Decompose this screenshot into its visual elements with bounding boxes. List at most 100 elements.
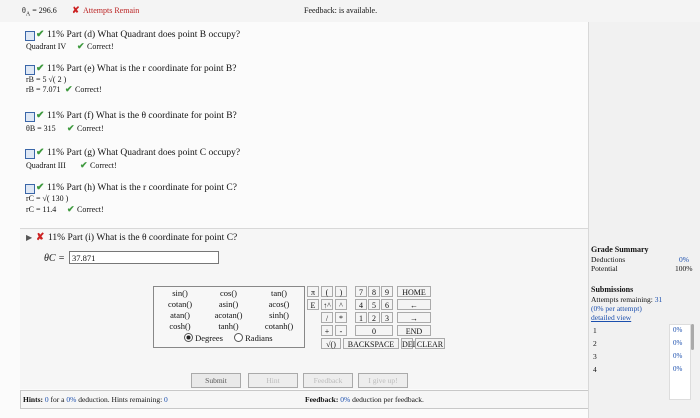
fn-cos[interactable]: cos() (206, 288, 251, 298)
correct-label: Correct! (90, 161, 117, 170)
check-icon: ✔ (67, 123, 75, 133)
question-icon[interactable] (25, 184, 35, 194)
key-1[interactable]: 1 (355, 312, 367, 323)
radians-radio[interactable]: Radians (234, 333, 273, 343)
key-right[interactable]: → (397, 312, 431, 323)
key-0[interactable]: 0 (355, 325, 393, 336)
part-answer: Quadrant IV (26, 42, 67, 51)
key-7[interactable]: 7 (355, 286, 367, 297)
fn-acotan[interactable]: acotan() (206, 310, 251, 320)
part-answer: rB = 5 √( 2 ) (26, 75, 67, 84)
submission-number: 1 (593, 326, 597, 335)
key-home[interactable]: HOME (397, 286, 431, 297)
fn-cosh[interactable]: cosh() (160, 321, 200, 331)
key-6[interactable]: 6 (381, 299, 393, 310)
key-del[interactable]: DEL (401, 338, 418, 349)
fn-cotan[interactable]: cotan() (160, 299, 200, 309)
key-left[interactable]: ← (397, 299, 431, 310)
key-pi[interactable]: π (307, 286, 319, 297)
fn-tan[interactable]: tan() (258, 288, 300, 298)
part-question: What is the θ coordinate for point B? (95, 111, 237, 121)
part-question: What is the θ coordinate for point C? (96, 233, 238, 243)
key-end[interactable]: END (397, 325, 431, 336)
per-attempt: (0% per attempt) (591, 304, 642, 313)
answer-input[interactable]: 37.871 (69, 251, 219, 264)
fn-asin[interactable]: asin() (206, 299, 251, 309)
submission-pct: 0% (673, 326, 683, 334)
x-icon: ✘ (72, 5, 80, 15)
submission-number: 2 (593, 339, 597, 348)
potential-label: Potential (591, 264, 618, 273)
answer-variable: θC = (44, 253, 65, 264)
feedback-button[interactable]: Feedback (303, 373, 353, 388)
grade-panel: Grade Summary Deductions 0% Potential 10… (588, 22, 700, 418)
check-icon: ✔ (36, 110, 45, 121)
key-close-paren[interactable]: ) (335, 286, 347, 297)
give-up-button[interactable]: I give up! (358, 373, 408, 388)
key-sqrt[interactable]: √() (321, 338, 341, 349)
fn-atan[interactable]: atan() (160, 310, 200, 320)
key-power[interactable]: ↑^ (321, 299, 333, 310)
attempts-remain-label: Attempts Remain (83, 6, 140, 15)
detailed-view-link[interactable]: detailed view (591, 313, 631, 322)
play-icon[interactable]: ▶ (26, 233, 32, 242)
question-icon[interactable] (25, 149, 35, 159)
attempts-remaining: Attempts remaining: 31 (591, 295, 663, 304)
check-icon: ✔ (77, 41, 85, 51)
key-minus[interactable]: - (335, 325, 347, 336)
submission-number: 4 (593, 365, 597, 374)
submit-button[interactable]: Submit (191, 373, 241, 388)
check-icon: ✔ (36, 147, 45, 158)
key-clear[interactable]: CLEAR (415, 338, 445, 349)
submissions-title: Submissions (591, 285, 634, 294)
key-power-alt[interactable]: ^ (335, 299, 347, 310)
question-icon[interactable] (25, 65, 35, 75)
check-icon: ✔ (36, 182, 45, 193)
part-pct: 11% (47, 111, 65, 121)
key-open-paren[interactable]: ( (321, 286, 333, 297)
part-label: Part (g) (66, 148, 96, 158)
radians-label: Radians (245, 333, 273, 343)
fn-tanh[interactable]: tanh() (206, 321, 251, 331)
key-backspace[interactable]: BACKSPACE (343, 338, 399, 349)
key-2[interactable]: 2 (368, 312, 380, 323)
part-answer: rB = 7.071 (26, 85, 61, 94)
question-icon[interactable] (25, 31, 35, 41)
key-8[interactable]: 8 (368, 286, 380, 297)
fn-acos[interactable]: acos() (258, 299, 300, 309)
key-multiply[interactable]: * (335, 312, 347, 323)
key-3[interactable]: 3 (381, 312, 393, 323)
hint-feedback-bar: Hints: 0 for a 0% deduction. Hints remai… (20, 390, 590, 409)
part-label: Part (i) (67, 233, 95, 243)
submission-pct: 0% (673, 339, 683, 347)
hint-button[interactable]: Hint (248, 373, 298, 388)
submission-scrollbar[interactable] (691, 324, 694, 350)
key-divide[interactable]: / (321, 312, 333, 323)
theta-a-value: θA = 296.6 (22, 6, 57, 18)
key-9[interactable]: 9 (381, 286, 393, 297)
degrees-label: Degrees (195, 333, 223, 343)
key-5[interactable]: 5 (368, 299, 380, 310)
keypad: π ( ) 7 8 9 HOME E ↑^ ^ 4 5 6 ← / * 1 2 … (307, 286, 445, 349)
check-icon: ✔ (36, 29, 45, 40)
part-question: What is the r coordinate for point B? (96, 64, 237, 74)
key-4[interactable]: 4 (355, 299, 367, 310)
deductions-value: 0% (679, 255, 689, 264)
correct-label: Correct! (75, 85, 102, 94)
key-plus[interactable]: + (321, 325, 333, 336)
function-panel: sin() cos() tan() cotan() asin() acos() … (153, 286, 305, 348)
fn-sinh[interactable]: sinh() (258, 310, 300, 320)
check-icon: ✔ (80, 160, 88, 170)
part-pct: 11% (48, 233, 66, 243)
part-question: What is the r coordinate for point C? (97, 183, 237, 193)
key-e[interactable]: E (307, 299, 319, 310)
degrees-radio[interactable]: Degrees (184, 333, 223, 343)
x-icon: ✘ (36, 232, 45, 243)
part-answer: rC = √( 130 ) (26, 194, 69, 203)
part-answer: rC = 11.4 (26, 205, 57, 214)
fn-sin[interactable]: sin() (160, 288, 200, 298)
fn-cotanh[interactable]: cotanh() (258, 321, 300, 331)
top-bar: θA = 296.6 ✘ Attempts Remain Feedback: i… (0, 0, 700, 23)
question-icon[interactable] (25, 112, 35, 122)
potential-value: 100% (675, 264, 693, 273)
